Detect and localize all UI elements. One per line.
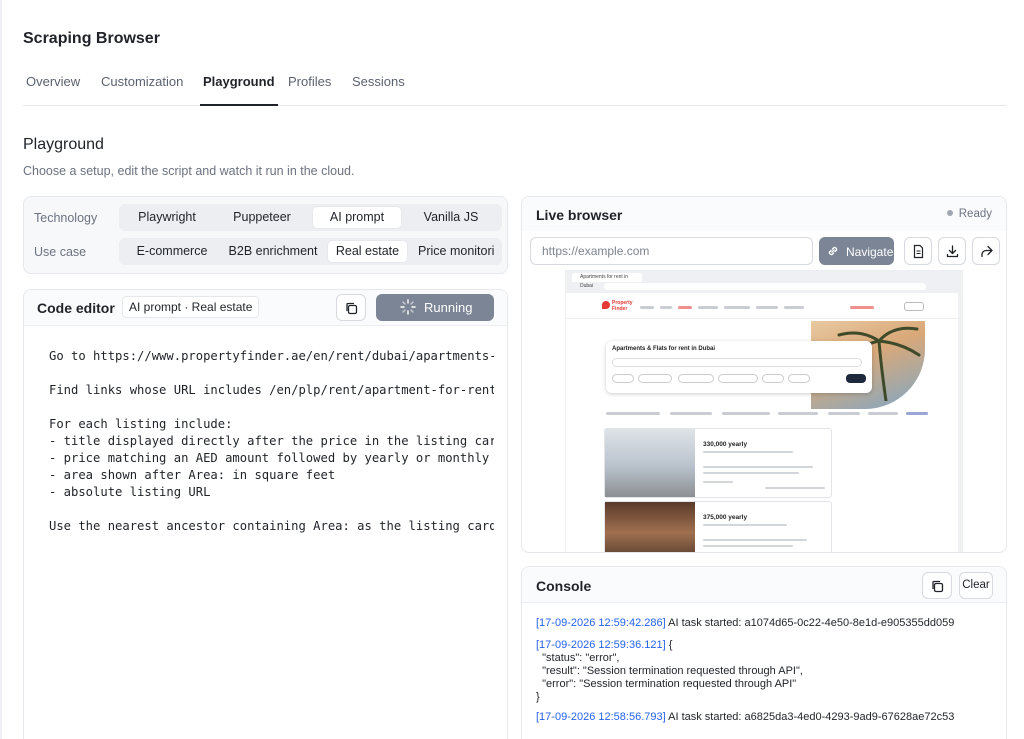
usecase-option-ecommerce[interactable]: E-commerce: [123, 241, 221, 262]
copy-console-button[interactable]: [922, 572, 952, 599]
preview-site-header: Property Finder: [566, 293, 962, 319]
status-dot: [946, 210, 953, 216]
spinner-icon: [400, 299, 416, 315]
app-title: Scraping Browser: [23, 30, 160, 47]
share-icon: [981, 245, 993, 258]
preview-tab: Apartments for rent in Dubai: [572, 273, 642, 289]
usecase-option-real-estate[interactable]: Real estate: [328, 241, 407, 262]
url-input[interactable]: [530, 237, 813, 265]
log-timestamp: [17-09-2026 12:58:56.793]: [536, 711, 666, 723]
console-title: Console: [536, 578, 592, 594]
usecase-option-b2b[interactable]: B2B enrichment: [223, 241, 323, 262]
preview-listing-card: 375,000 yearly: [604, 501, 832, 552]
preview-address-bar: [604, 283, 926, 290]
page-source-button[interactable]: [904, 237, 932, 265]
page-edge: [0, 0, 2, 739]
console-entry: [17-09-2026 12:58:56.793] AI task starte…: [536, 711, 1001, 724]
preview-search-card: Apartments & Flats for rent in Dubai: [606, 341, 872, 393]
navigate-button-label: Navigate: [846, 245, 894, 259]
copy-code-button[interactable]: [336, 294, 366, 321]
live-browser-screenshot[interactable]: Apartments for rent in Dubai Property Fi…: [565, 270, 963, 552]
tab-customization[interactable]: Customization: [98, 74, 186, 106]
preview-scrollbar: [958, 293, 962, 552]
log-message: AI task started: a1074d65-0c22-4e50-8e1d…: [665, 617, 955, 629]
copy-icon: [932, 580, 944, 593]
usecase-selector: E-commerce B2B enrichment Real estate Pr…: [119, 238, 502, 265]
document-icon: [913, 244, 924, 259]
live-browser-title: Live browser: [536, 207, 623, 223]
console-entry: [17-09-2026 12:59:42.286] AI task starte…: [536, 617, 1001, 630]
share-button[interactable]: [972, 237, 1000, 265]
status-badge: Ready: [946, 208, 992, 220]
tech-option-puppeteer[interactable]: Puppeteer: [215, 207, 309, 228]
section-subtitle: Choose a setup, edit the script and watc…: [23, 164, 355, 178]
preview-browser-chrome: Apartments for rent in Dubai: [566, 271, 962, 293]
code-text[interactable]: Go to https://www.propertyfinder.ae/en/r…: [49, 348, 494, 738]
technology-selector: Playwright Puppeteer AI prompt Vanilla J…: [119, 204, 502, 231]
run-button[interactable]: Running: [376, 294, 494, 321]
usecase-option-price-monitoring[interactable]: Price monitori: [411, 241, 499, 262]
live-browser-header: Live browser Ready: [522, 197, 1006, 231]
tab-playground[interactable]: Playground: [200, 74, 278, 106]
section-title: Playground: [23, 136, 104, 153]
code-editor-header: Code editor AI prompt · Real estate Runn…: [24, 290, 507, 326]
preview-listing-card: 330,000 yearly: [604, 428, 832, 498]
live-browser-panel: Live browser Ready Navigate Apartments f…: [521, 196, 1007, 553]
tech-option-vanilla-js[interactable]: Vanilla JS: [405, 207, 497, 228]
clear-console-button[interactable]: Clear: [959, 572, 993, 599]
setup-panel: Technology Playwright Puppeteer AI promp…: [23, 196, 508, 274]
navigate-button[interactable]: Navigate: [819, 237, 894, 265]
console-panel: Console Clear [17-09-2026 12:59:42.286] …: [521, 566, 1007, 739]
log-message: AI task started: a6825da3-4ed0-4293-9ad9…: [665, 711, 955, 723]
run-button-label: Running: [424, 300, 473, 315]
technology-label: Technology: [34, 211, 98, 225]
preview-location-links: [606, 410, 936, 418]
log-timestamp: [17-09-2026 12:59:42.286]: [536, 617, 666, 629]
status-text: Ready: [958, 208, 992, 220]
console-header: Console Clear: [522, 567, 1006, 603]
tech-option-ai-prompt[interactable]: AI prompt: [313, 207, 401, 228]
download-button[interactable]: [938, 237, 966, 265]
tech-option-playwright[interactable]: Playwright: [123, 207, 211, 228]
tab-profiles[interactable]: Profiles: [285, 74, 334, 106]
property-finder-logo: Property Finder: [602, 300, 633, 312]
link-icon: [828, 246, 838, 256]
code-editor-panel: Code editor AI prompt · Real estate Runn…: [23, 289, 508, 739]
setup-tag: AI prompt · Real estate: [122, 296, 260, 318]
main-tabs: Overview Customization Playground Profil…: [23, 64, 1007, 106]
usecase-label: Use case: [34, 245, 87, 259]
copy-icon: [346, 302, 358, 315]
download-icon: [946, 245, 959, 258]
console-entry: [17-09-2026 12:59:36.121] { "status": "e…: [536, 639, 1001, 704]
tab-overview[interactable]: Overview: [23, 74, 83, 106]
tab-sessions[interactable]: Sessions: [349, 74, 408, 106]
code-editor-title: Code editor: [37, 300, 115, 316]
log-timestamp: [17-09-2026 12:59:36.121]: [536, 639, 666, 651]
